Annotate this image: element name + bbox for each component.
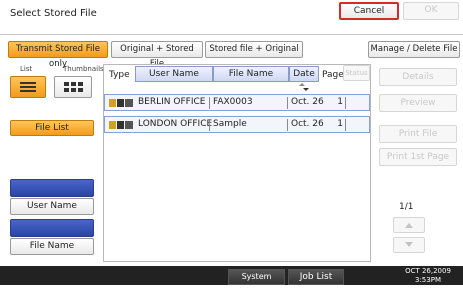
file-name-sort-strip[interactable] (10, 219, 94, 237)
row-user-name: BERLIN OFFICE (138, 97, 206, 107)
cell-divider (345, 119, 346, 131)
list-view-label: List (20, 65, 33, 73)
list-icon (20, 82, 36, 92)
status-column-header[interactable]: Status (343, 65, 370, 81)
status-date: OCT 26,2009 (405, 267, 451, 275)
thumbnails-view-button[interactable] (54, 76, 92, 98)
file-name-button[interactable]: File Name (10, 238, 94, 255)
stored-file-type-icon (109, 99, 133, 107)
status-time: 3:53PM (415, 276, 441, 284)
system-status-button[interactable]: System Status (228, 269, 285, 295)
row-file-name: FAX0003 (213, 97, 253, 107)
cell-divider (209, 119, 210, 131)
cancel-button[interactable]: Cancel (339, 2, 399, 20)
sort-arrows-icon (299, 83, 309, 91)
job-list-button[interactable]: Job List (288, 269, 344, 285)
row-pages: 1 (337, 119, 343, 129)
down-arrow-icon (405, 242, 413, 247)
cell-divider (345, 97, 346, 109)
header-divider (0, 34, 463, 35)
table-row[interactable]: BERLIN OFFICE FAX0003 Oct. 26 1 (104, 94, 370, 111)
stored-file-type-icon (109, 121, 133, 129)
row-date: Oct. 26 (291, 97, 324, 107)
details-button[interactable]: Details (379, 68, 457, 86)
type-column-header: Type (109, 70, 130, 80)
cell-divider (287, 97, 288, 109)
row-user-name: LONDON OFFICE (138, 119, 213, 129)
print-file-button[interactable]: Print File (379, 125, 457, 143)
row-pages: 1 (337, 97, 343, 107)
ok-button[interactable]: OK (403, 2, 459, 20)
cell-divider (287, 119, 288, 131)
table-row[interactable]: LONDON OFFICE Sample Oct. 26 1 (104, 116, 370, 133)
row-file-name: Sample (213, 119, 247, 129)
cell-divider (209, 97, 210, 109)
tab-original-plus-stored[interactable]: Original + Stored File (111, 41, 203, 69)
user-name-column-header[interactable]: User Name (135, 66, 213, 82)
file-name-column-header[interactable]: File Name (213, 66, 289, 82)
list-view-button[interactable] (10, 76, 46, 98)
file-list-button[interactable]: File List (10, 120, 94, 136)
user-name-button[interactable]: User Name (10, 198, 94, 215)
print-first-page-button[interactable]: Print 1st Page (379, 148, 457, 166)
manage-delete-file-button[interactable]: Manage / Delete File (368, 41, 460, 58)
page-indicator: 1/1 (399, 202, 414, 212)
preview-button[interactable]: Preview (379, 94, 457, 112)
tab-transmit-stored-file-only[interactable]: Transmit Stored File only (8, 41, 108, 69)
page-down-button[interactable] (393, 237, 425, 253)
tab-stored-plus-original[interactable]: Stored file + Original (205, 41, 303, 58)
thumbnails-view-label: Thumbnails (63, 65, 104, 73)
row-date: Oct. 26 (291, 119, 324, 129)
up-arrow-icon (405, 223, 413, 228)
page-title: Select Stored File (10, 8, 97, 19)
user-name-sort-strip[interactable] (10, 179, 94, 197)
page-column-header: Page (322, 70, 344, 80)
date-column-header[interactable]: Date (289, 66, 319, 82)
thumbnails-icon (64, 82, 83, 92)
page-up-button[interactable] (393, 217, 425, 233)
